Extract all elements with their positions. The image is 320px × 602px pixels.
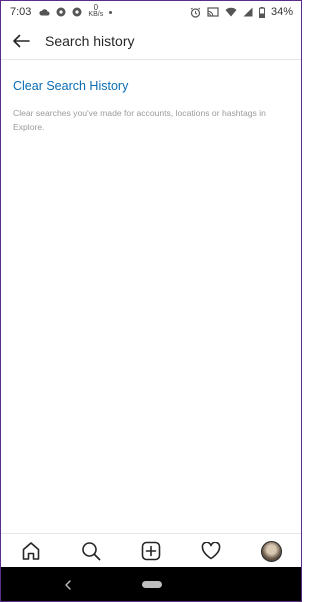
clear-description: Clear searches you've made for accounts,…: [13, 108, 266, 132]
phone-screen: 7:03 0 KB/s 34% Search history Clear Sea…: [0, 0, 302, 602]
heart-icon: [201, 542, 221, 560]
data-rate-unit: KB/s: [88, 11, 104, 18]
data-rate: 0 KB/s: [88, 4, 104, 19]
back-button[interactable]: [9, 29, 33, 53]
profile-avatar: [260, 540, 282, 562]
status-bar: 7:03 0 KB/s 34%: [1, 1, 301, 23]
signal-icon: [243, 7, 253, 17]
system-home-pill[interactable]: [142, 581, 162, 588]
status-time: 7:03: [10, 6, 32, 18]
alarm-icon: [190, 7, 201, 18]
notification-dot: [109, 10, 113, 14]
nav-home[interactable]: [17, 537, 45, 565]
nav-search[interactable]: [77, 537, 105, 565]
page-title: Search history: [45, 33, 135, 49]
nav-add-post[interactable]: [137, 537, 165, 565]
nav-activity[interactable]: [197, 537, 225, 565]
home-icon: [21, 541, 41, 561]
add-post-icon: [141, 541, 161, 561]
app-header: Search history: [1, 23, 301, 60]
bottom-nav: [1, 533, 301, 568]
system-nav-bar: [1, 567, 301, 601]
battery-icon: [258, 6, 265, 18]
nav-profile[interactable]: [257, 537, 285, 565]
cast-icon: [207, 7, 219, 17]
cloud-icon: [39, 8, 50, 16]
chevron-left-icon: [65, 580, 71, 590]
aperture-icon: [72, 7, 82, 17]
search-icon: [81, 541, 101, 561]
status-bar-right: 34%: [190, 1, 301, 23]
system-back-button[interactable]: [61, 577, 75, 593]
aperture-icon: [56, 7, 66, 17]
clear-search-history-button[interactable]: Clear Search History: [13, 79, 128, 93]
arrow-left-icon: [12, 34, 30, 48]
battery-percent: 34%: [270, 6, 293, 18]
status-bar-left: 7:03 0 KB/s: [1, 1, 113, 23]
main-content: Clear Search History Clear searches you'…: [13, 77, 289, 134]
wifi-icon: [225, 7, 237, 17]
